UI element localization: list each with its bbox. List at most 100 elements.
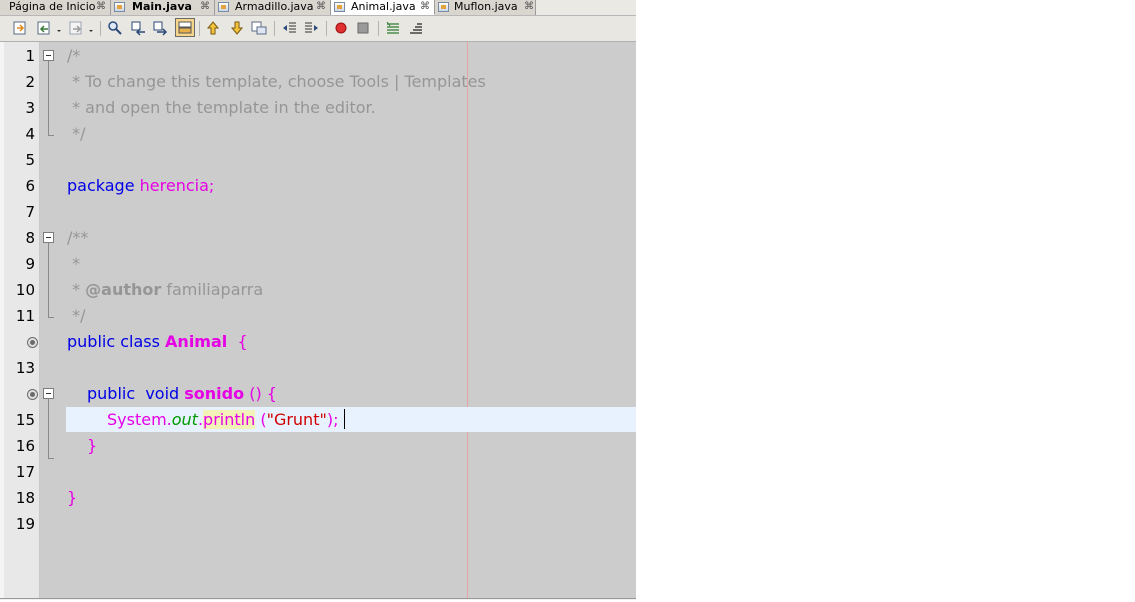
- line-number: 2: [25, 73, 35, 91]
- toggle-bookmark-icon[interactable]: [251, 20, 267, 36]
- fold-guide: [48, 399, 49, 458]
- line-number: 19: [15, 515, 35, 533]
- out-field: out: [171, 410, 198, 429]
- code-editor[interactable]: 1 2 3 4 5 6 7 8 9 10 11 13 15 16 17 18 1…: [0, 42, 636, 599]
- keyword-package: package: [67, 176, 135, 195]
- find-previous-icon[interactable]: [131, 20, 147, 36]
- line-number: 10: [15, 281, 35, 299]
- code-line-18: }: [67, 488, 78, 507]
- fold-guide: [48, 243, 49, 317]
- line-number: 13: [15, 359, 35, 377]
- line-number: 5: [25, 151, 35, 169]
- keyword-public-void: public void: [87, 384, 180, 403]
- fold-guide: [48, 135, 54, 136]
- right-margin-line: [467, 42, 468, 598]
- next-bookmark-icon[interactable]: [229, 20, 245, 36]
- forward-dropdown-icon[interactable]: [86, 20, 96, 36]
- editor-tab-bar: Página de Inicio ⌘ Main.java ⌘ Armadillo…: [0, 0, 636, 16]
- code-line-4: */: [67, 124, 86, 143]
- toggle-highlight-icon[interactable]: [175, 18, 195, 37]
- method-signature-rest: () {: [249, 384, 277, 403]
- toolbar-separator: [100, 21, 101, 36]
- line-number: 16: [15, 437, 35, 455]
- java-file-icon: [114, 2, 125, 12]
- shift-right-icon[interactable]: [304, 20, 320, 36]
- line-number: 17: [15, 463, 35, 481]
- uncomment-icon[interactable]: [408, 20, 424, 36]
- line-number: 15: [15, 411, 35, 429]
- fold-guide: [48, 317, 54, 318]
- close-tab-icon[interactable]: ⌘: [316, 0, 326, 14]
- method-name: sonido: [184, 384, 245, 403]
- close-paren-semicolon: );: [326, 410, 339, 429]
- fold-collapse-icon[interactable]: [43, 388, 54, 399]
- code-line-1: /*: [67, 46, 81, 65]
- back-icon[interactable]: [36, 20, 52, 36]
- netbeans-editor-window: Página de Inicio ⌘ Main.java ⌘ Armadillo…: [0, 0, 636, 600]
- overrides-annotation-icon[interactable]: [27, 389, 38, 400]
- tab-animal-java[interactable]: Animal.java ⌘: [331, 0, 435, 15]
- class-name: Animal: [165, 332, 228, 351]
- toolbar-separator: [378, 21, 379, 36]
- toolbar-separator: [199, 21, 200, 36]
- tab-pagina-de-inicio[interactable]: Página de Inicio ⌘: [0, 0, 111, 15]
- java-file-icon: [438, 2, 449, 12]
- line-number: 8: [25, 229, 35, 247]
- line-number: 9: [25, 255, 35, 273]
- find-icon[interactable]: [107, 20, 123, 36]
- code-line-3: * and open the template in the editor.: [67, 98, 376, 117]
- fold-guide: [48, 61, 49, 135]
- code-line-9: *: [67, 254, 81, 273]
- tab-main-java[interactable]: Main.java ⌘: [111, 0, 215, 15]
- tab-label: Main.java: [132, 0, 192, 13]
- tab-label: Armadillo.java: [235, 0, 314, 13]
- package-name: herencia;: [139, 176, 215, 195]
- code-line-10: * @author familiaparra: [67, 277, 263, 303]
- java-file-icon: [218, 2, 229, 12]
- line-number: 18: [15, 489, 35, 507]
- code-line-8: /**: [67, 228, 89, 247]
- shift-left-icon[interactable]: [281, 20, 297, 36]
- tab-label: Animal.java: [351, 0, 416, 13]
- string-literal: "Grunt": [266, 410, 327, 429]
- code-line-6: package herencia;: [67, 173, 214, 199]
- back-dropdown-icon[interactable]: [54, 20, 64, 36]
- line-number: 6: [25, 177, 35, 195]
- tab-armadillo-java[interactable]: Armadillo.java ⌘: [215, 0, 331, 15]
- println-method: println: [203, 410, 256, 429]
- close-tab-icon[interactable]: ⌘: [96, 0, 106, 14]
- forward-icon[interactable]: [68, 20, 84, 36]
- start-macro-icon[interactable]: [333, 20, 349, 36]
- stop-macro-icon[interactable]: [355, 20, 371, 36]
- fold-guide: [48, 458, 54, 459]
- code-line-15: System.out.println ("Grunt");: [107, 407, 338, 433]
- line-number: 4: [25, 125, 35, 143]
- overrides-annotation-icon[interactable]: [27, 337, 38, 348]
- comment-icon[interactable]: [385, 20, 401, 36]
- line-number: 1: [25, 47, 35, 65]
- code-line-2: * To change this template, choose Tools …: [67, 72, 486, 91]
- java-file-icon: [334, 2, 345, 12]
- close-tab-icon[interactable]: ⌘: [524, 0, 534, 14]
- comment-prefix: *: [67, 280, 86, 299]
- line-number: 3: [25, 99, 35, 117]
- tab-label: Página de Inicio: [9, 0, 96, 13]
- last-edit-icon[interactable]: [12, 20, 28, 36]
- find-next-icon[interactable]: [153, 20, 169, 36]
- code-line-12: public class Animal {: [67, 329, 248, 355]
- editor-toolbar: [0, 16, 636, 42]
- system-class: System.: [107, 410, 172, 429]
- fold-collapse-icon[interactable]: [43, 232, 54, 243]
- fold-collapse-icon[interactable]: [43, 50, 54, 61]
- previous-bookmark-icon[interactable]: [205, 20, 221, 36]
- tab-muflon-java[interactable]: Muflon.java ⌘: [435, 0, 536, 15]
- javadoc-author-tag: @author: [85, 280, 162, 299]
- line-number: 7: [25, 203, 35, 221]
- line-number: 11: [15, 307, 35, 325]
- close-tab-icon[interactable]: ⌘: [200, 0, 210, 14]
- close-tab-icon[interactable]: ⌘: [420, 0, 430, 14]
- toolbar-separator: [326, 21, 327, 36]
- author-name: familiaparra: [161, 280, 264, 299]
- keyword-public-class: public class: [67, 332, 160, 351]
- tab-label: Muflon.java: [454, 0, 518, 13]
